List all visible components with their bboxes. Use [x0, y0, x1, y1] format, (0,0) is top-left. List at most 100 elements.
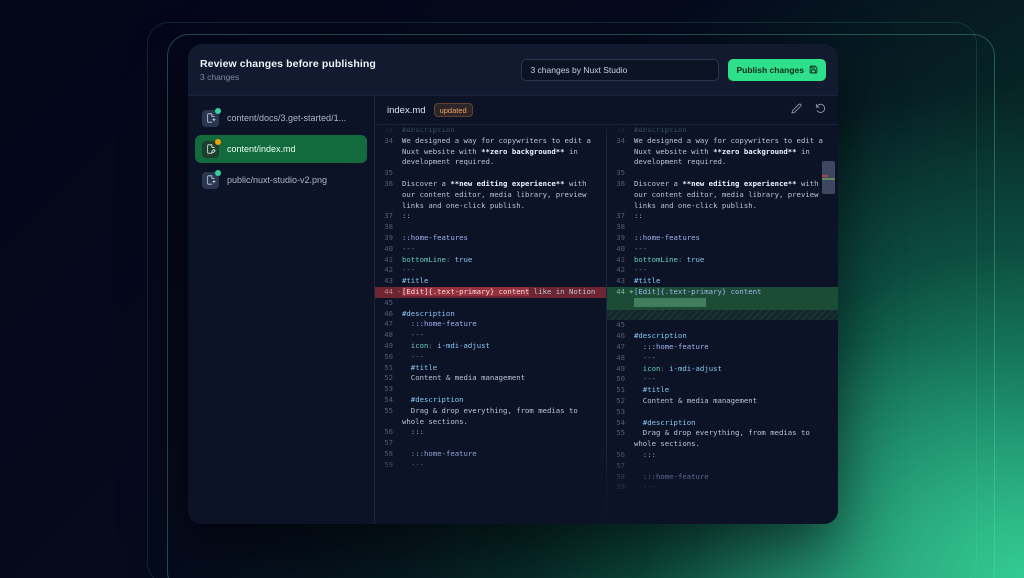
code-token: ---	[402, 330, 424, 340]
code-token: **zero background**	[713, 146, 797, 156]
code-line: 39::home-features	[607, 233, 838, 244]
code-text: #description	[634, 331, 838, 342]
line-number: 46	[384, 308, 393, 318]
undo-icon[interactable]	[815, 101, 826, 119]
line-number: 36	[616, 178, 625, 188]
line-number: 35	[616, 168, 625, 178]
file-icon-wrap	[202, 169, 221, 189]
code-line: 48 ---	[375, 330, 606, 341]
window-body: content/docs/3.get-started/1... content/i…	[188, 96, 838, 524]
code-text: :::	[402, 427, 606, 438]
code-token: :	[445, 254, 455, 264]
code-line: 57	[607, 461, 838, 472]
added-text-highlight	[634, 297, 706, 307]
line-number: 54	[384, 394, 393, 404]
line-number: 53	[616, 406, 625, 416]
line-number: 47	[616, 341, 625, 351]
code-token: ---	[634, 482, 656, 492]
code-text: Drag & drop everything, from medias to w…	[402, 406, 606, 428]
code-token: ---	[402, 351, 424, 361]
code-token: [Edit]{.text-primary} content	[402, 286, 530, 296]
line-number: 56	[616, 449, 625, 459]
code-token: ---	[634, 352, 656, 362]
code-token: :::home-feature	[402, 319, 477, 329]
code-text: :::home-feature	[402, 449, 606, 460]
code-text: #description	[402, 309, 606, 320]
pencil-icon[interactable]	[791, 101, 802, 119]
code-text: #title	[634, 276, 838, 287]
diff-main-pane: index.md updated 33 #description 34 We d…	[375, 96, 838, 524]
code-line: 47 :::home-feature	[375, 319, 606, 330]
code-line: 34 We designed a way for copywriters to e…	[607, 136, 838, 168]
line-number: 50	[616, 374, 625, 384]
code-line: 49 icon: i-mdi-adjust	[607, 364, 838, 375]
code-line: 43 #title	[375, 276, 606, 287]
diff-scrollbar-thumb[interactable]	[822, 161, 835, 194]
code-token: ---	[402, 243, 416, 253]
code-text: ---	[402, 460, 606, 471]
code-line: 39::home-features	[375, 233, 606, 244]
line-number: 51	[384, 362, 393, 372]
code-token: #description	[402, 394, 464, 404]
code-token: Discover a	[634, 178, 683, 188]
code-text: :::home-feature	[634, 342, 838, 353]
file-row[interactable]: content/index.md	[195, 135, 367, 163]
code-line: 46 #description	[375, 309, 606, 320]
code-line: 38	[375, 222, 606, 233]
code-text: icon: i-mdi-adjust	[634, 364, 838, 375]
code-token: true	[454, 254, 473, 264]
file-status-dot	[215, 138, 221, 145]
diff-filler	[607, 309, 838, 321]
tab-filename[interactable]: index.md	[387, 105, 426, 116]
code-text: Content & media management	[402, 373, 606, 384]
file-row[interactable]: public/nuxt-studio-v2.png	[195, 166, 367, 194]
code-line: 54 #description	[607, 418, 838, 429]
code-text: bottomLine: true	[402, 255, 606, 266]
line-number: 34	[616, 135, 625, 145]
code-token: icon	[402, 340, 429, 350]
code-line: 43 #title	[607, 276, 838, 287]
line-number: 45	[384, 297, 393, 307]
status-badge: updated	[433, 103, 473, 117]
code-token: Drag & drop everything, from medias to w…	[402, 405, 583, 426]
line-number: 42	[616, 265, 625, 275]
commit-message-input[interactable]	[521, 58, 720, 81]
code-token: bottomLine	[402, 254, 446, 264]
line-number: 44	[616, 286, 625, 296]
line-number: 47	[384, 319, 393, 329]
code-token: **zero background**	[481, 146, 565, 156]
publish-changes-button[interactable]: Publish changes	[728, 58, 826, 81]
line-number: 59	[384, 459, 393, 469]
code-token: i-mdi-adjust	[669, 363, 722, 373]
file-path-label: content/docs/3.get-started/1...	[227, 113, 347, 123]
code-token: :::	[634, 449, 656, 459]
code-line: 54 #description	[375, 395, 606, 406]
code-text: Discover a **new editing experience** wi…	[402, 179, 606, 211]
line-number: 43	[384, 276, 393, 286]
line-number: 53	[384, 384, 393, 394]
line-number: 45	[616, 320, 625, 330]
code-line: 55 Drag & drop everything, from medias t…	[607, 428, 838, 450]
code-token: :::home-feature	[634, 471, 709, 481]
diff-pane-modified[interactable]: 33 #description 34 We designed a way for co…	[606, 125, 838, 524]
code-line: 33 #description	[375, 125, 606, 136]
diff-pane-original[interactable]: 33 #description 34 We designed a way for co…	[375, 125, 606, 524]
code-token: true	[686, 254, 705, 264]
diff-scrollbar[interactable]	[822, 125, 837, 524]
code-token: #title	[634, 276, 661, 286]
code-text: ---	[634, 482, 838, 493]
file-path-label: public/nuxt-studio-v2.png	[227, 175, 328, 185]
code-line: 44- [Edit]{.text-primary} content like in…	[375, 286, 606, 298]
line-number: 46	[616, 331, 625, 341]
line-number: 35	[384, 168, 393, 178]
code-token: ---	[634, 265, 648, 275]
file-status-dot	[215, 169, 221, 176]
line-number: 33	[616, 125, 625, 134]
code-line: 53	[607, 407, 838, 418]
line-number: 55	[616, 428, 625, 438]
file-row[interactable]: content/docs/3.get-started/1...	[195, 104, 367, 132]
window-header: Review changes before publishing 3 chang…	[188, 44, 838, 96]
code-line: 45	[607, 320, 838, 331]
publish-button-label: Publish changes	[736, 64, 804, 75]
file-icon-wrap	[202, 138, 221, 158]
